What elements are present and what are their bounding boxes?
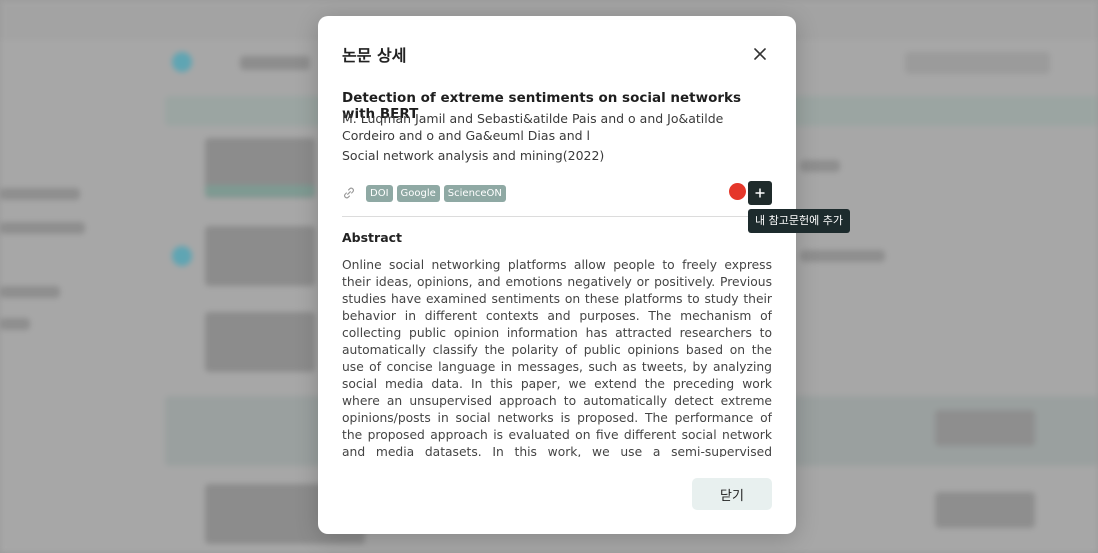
tag-doi[interactable]: DOI [366,184,393,202]
bg-row-3 [205,312,315,372]
abstract-text: Online social networking platforms allow… [342,258,772,457]
link-icon [344,187,354,199]
close-footer-button[interactable]: 닫기 [692,478,772,510]
bg-right-col-4 [935,492,1035,528]
bg-toolbar-dot [172,52,192,72]
bg-toolbar-text [240,56,310,70]
add-tooltip: 내 참고문헌에 추가 [748,209,850,233]
abstract-scroll-area[interactable]: Online social networking platforms allow… [342,257,772,457]
bg-sidebar-4 [0,318,30,330]
bg-right-col-3 [935,410,1035,446]
cursor-indicator-dot [729,183,746,200]
divider [342,216,772,217]
bg-sidebar-3 [0,286,60,298]
bg-right-col-2 [800,250,885,262]
bg-sidebar-1 [0,188,80,200]
bg-row-1-tag [205,185,315,197]
close-icon [754,48,766,60]
bg-search [905,52,1050,74]
add-to-references-button[interactable] [748,181,772,205]
abstract-heading: Abstract [342,230,403,245]
tag-scienceon[interactable]: ScienceON [443,184,506,202]
bg-sidebar-2 [0,222,85,234]
tag-google[interactable]: Google [396,184,440,202]
modal-title: 논문 상세 [342,46,407,65]
paper-authors: M. Luqman Jamil and Sebasti&atilde Pais … [342,111,724,143]
plus-icon [755,188,765,198]
paper-journal: Social network analysis and mining(2022) [342,148,605,163]
close-button[interactable] [748,42,772,66]
bg-right-col-1 [800,160,840,172]
bg-row-2 [205,226,315,286]
paper-detail-modal: 논문 상세 Detection of extreme sentiments on… [318,16,850,534]
link-tags-row: DOI Google ScienceON [342,184,506,202]
bg-row-2-dot [172,246,192,266]
